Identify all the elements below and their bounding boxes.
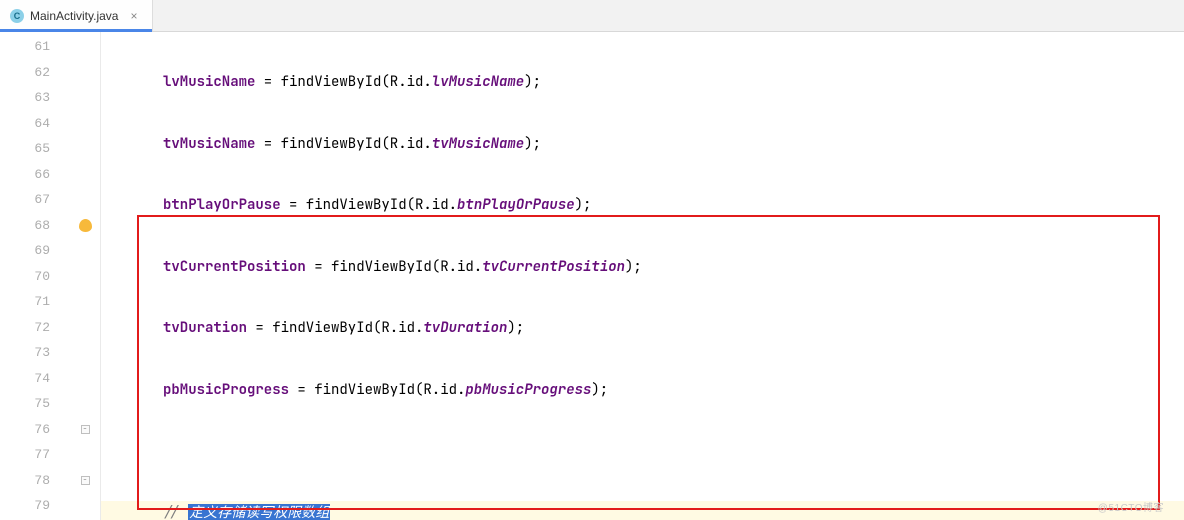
gutter-slot	[70, 60, 100, 86]
gutter-slot	[70, 366, 100, 392]
line-number: 73	[0, 340, 50, 366]
tab-title: MainActivity.java	[30, 9, 118, 23]
gutter-slot	[70, 213, 100, 239]
gutter-slot	[70, 111, 100, 137]
code-editor[interactable]: 61626364656667686970717273747576777879 −…	[0, 32, 1184, 520]
gutter-slot	[70, 162, 100, 188]
line-number: 72	[0, 315, 50, 341]
text-selection: 定义存储读写权限数组	[188, 504, 330, 520]
gutter-slot	[70, 493, 100, 519]
close-icon[interactable]: ×	[130, 9, 137, 23]
line-number: 61	[0, 34, 50, 60]
tab-bar: C MainActivity.java ×	[0, 0, 1184, 32]
line-number: 71	[0, 289, 50, 315]
gutter-slot	[70, 391, 100, 417]
line-number: 64	[0, 111, 50, 137]
gutter-slot	[70, 85, 100, 111]
watermark-cto: @51CTO博客	[1098, 499, 1164, 514]
gutter-slot	[70, 264, 100, 290]
gutter-slot	[70, 187, 100, 213]
code-line: tvMusicName = findViewById(R.id.tvMusicN…	[101, 132, 1184, 158]
code-area[interactable]: lvMusicName = findViewById(R.id.lvMusicN…	[101, 32, 1184, 520]
gutter-slot	[70, 315, 100, 341]
gutter-slot	[70, 136, 100, 162]
file-tab[interactable]: C MainActivity.java ×	[0, 0, 153, 31]
intention-bulb-icon[interactable]	[79, 219, 92, 232]
line-number: 76	[0, 417, 50, 443]
gutter-slot	[70, 340, 100, 366]
gutter-slot	[70, 34, 100, 60]
line-number: 65	[0, 136, 50, 162]
gutter-slot	[70, 238, 100, 264]
code-line-highlighted: // 定义存储读写权限数组	[101, 501, 1184, 520]
line-number: 68	[0, 213, 50, 239]
editor-icon-gutter: −−	[70, 32, 100, 520]
code-line: lvMusicName = findViewById(R.id.lvMusicN…	[101, 70, 1184, 96]
fold-end-icon[interactable]: −	[81, 476, 90, 485]
line-number: 77	[0, 442, 50, 468]
line-number: 75	[0, 391, 50, 417]
code-line	[101, 439, 1184, 465]
line-number: 63	[0, 85, 50, 111]
java-class-icon: C	[10, 9, 24, 23]
line-number: 62	[0, 60, 50, 86]
code-line: btnPlayOrPause = findViewById(R.id.btnPl…	[101, 193, 1184, 219]
line-number: 66	[0, 162, 50, 188]
line-number: 69	[0, 238, 50, 264]
line-number: 74	[0, 366, 50, 392]
line-number: 67	[0, 187, 50, 213]
line-number: 70	[0, 264, 50, 290]
code-line: tvCurrentPosition = findViewById(R.id.tv…	[101, 255, 1184, 281]
gutter-slot	[70, 289, 100, 315]
line-number-gutter: 61626364656667686970717273747576777879	[0, 32, 70, 520]
code-line: pbMusicProgress = findViewById(R.id.pbMu…	[101, 378, 1184, 404]
code-line: tvDuration = findViewById(R.id.tvDuratio…	[101, 316, 1184, 342]
line-number: 79	[0, 493, 50, 519]
gutter-slot: −	[70, 468, 100, 494]
gutter-slot: −	[70, 417, 100, 443]
line-number: 78	[0, 468, 50, 494]
fold-start-icon[interactable]: −	[81, 425, 90, 434]
gutter-slot	[70, 442, 100, 468]
